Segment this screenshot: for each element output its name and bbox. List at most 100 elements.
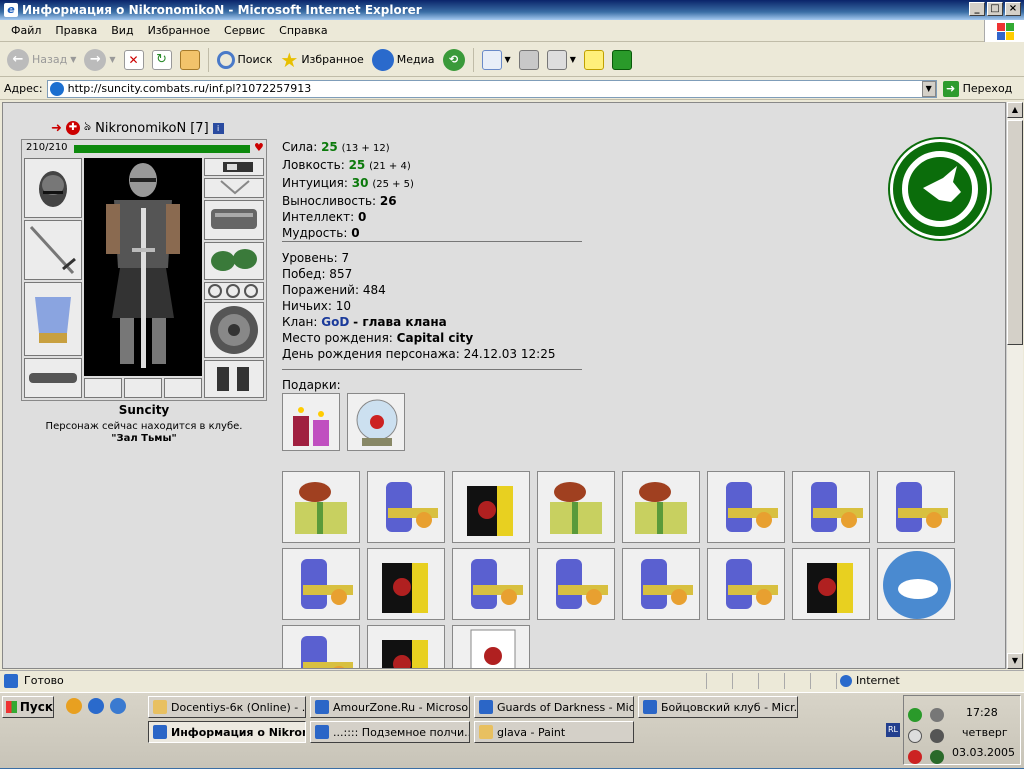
outlook-icon[interactable] — [110, 698, 126, 714]
gift-item[interactable] — [877, 548, 955, 620]
star-icon: ★ — [280, 47, 299, 72]
minimize-button[interactable]: _ — [969, 2, 985, 16]
gift-item[interactable] — [452, 548, 530, 620]
check-icon[interactable] — [908, 708, 922, 722]
address-dropdown-icon[interactable]: ▼ — [921, 80, 936, 97]
helmet-slot[interactable] — [24, 158, 82, 218]
media-player-icon[interactable] — [66, 698, 82, 714]
scroll-up-icon[interactable]: ▲ — [1007, 102, 1023, 118]
menu-view[interactable]: Вид — [104, 24, 140, 37]
history-button[interactable]: ⟲ — [440, 46, 468, 74]
go-arrow-icon: ➜ — [942, 80, 959, 97]
edit-button[interactable]: ▼ — [544, 46, 579, 74]
menu-help[interactable]: Справка — [272, 24, 334, 37]
gift-item[interactable] — [877, 471, 955, 543]
gift-item[interactable] — [537, 471, 615, 543]
gift-item[interactable] — [537, 548, 615, 620]
scroll-thumb[interactable] — [1007, 120, 1023, 345]
forward-button[interactable]: → ▼ — [81, 46, 118, 74]
gift-item[interactable] — [367, 471, 445, 543]
boots-icon — [217, 367, 249, 391]
start-button[interactable]: Пуск — [2, 696, 54, 718]
gift-item[interactable] — [792, 471, 870, 543]
antivirus-icon[interactable] — [908, 750, 922, 764]
bracer-slot[interactable] — [204, 200, 264, 240]
task-paint[interactable]: glava - Paint — [474, 721, 634, 743]
gloves-slot[interactable] — [204, 242, 264, 280]
menu-edit[interactable]: Правка — [48, 24, 104, 37]
menu-tools[interactable]: Сервис — [217, 24, 272, 37]
align-icon: ঌ — [83, 119, 92, 133]
task-guards[interactable]: Guards of Darkness - Mic... — [474, 696, 634, 718]
belt-slot[interactable] — [24, 358, 82, 398]
task-docentiys[interactable]: Docentiys-6к (Online) - ... — [148, 696, 306, 718]
gift-item[interactable] — [452, 625, 530, 668]
city-label: Suncity — [118, 403, 170, 417]
menu-file[interactable]: Файл — [4, 24, 48, 37]
menu-favorites[interactable]: Избранное — [141, 24, 217, 37]
go-button[interactable]: ➜ Переход — [942, 80, 1012, 97]
close-button[interactable]: × — [1005, 2, 1021, 16]
gift-item[interactable] — [282, 471, 360, 543]
gift-item[interactable] — [707, 548, 785, 620]
vertical-scrollbar[interactable]: ▲ ▼ — [1006, 102, 1023, 669]
gift-item[interactable] — [622, 471, 700, 543]
stat-row: Интуиция: 30 (25 + 5) — [282, 176, 414, 190]
scroll-down-icon[interactable]: ▼ — [1007, 653, 1023, 669]
gift-snowglobe[interactable] — [347, 393, 405, 451]
search-button[interactable]: Поиск — [214, 46, 276, 74]
wins-text: Побед: 857 — [282, 267, 353, 281]
gift-item[interactable] — [282, 548, 360, 620]
language-indicator[interactable]: RL — [886, 723, 900, 737]
amulet-slot[interactable] — [204, 178, 264, 198]
gift-item[interactable] — [282, 625, 360, 668]
print-button[interactable] — [516, 46, 542, 74]
weapon-slot[interactable] — [24, 220, 82, 280]
task-underground[interactable]: ...:::: Подземное полчи... — [310, 721, 470, 743]
gift-pot-icon — [811, 482, 863, 532]
clock-date: 03.03.2005 — [952, 746, 1015, 759]
earring-slot[interactable] — [204, 158, 264, 176]
task-amourzone[interactable]: AmourZone.Ru - Microso... — [310, 696, 470, 718]
rings-slot[interactable] — [204, 282, 264, 300]
stop-button[interactable]: ✕ — [121, 46, 147, 74]
clan-link[interactable]: GoD — [321, 315, 349, 329]
shield-slot[interactable] — [204, 302, 264, 358]
note-button[interactable] — [581, 46, 607, 74]
gift-item[interactable] — [367, 548, 445, 620]
task-fightclub[interactable]: Бойцовский клуб - Micr... — [638, 696, 798, 718]
back-button[interactable]: ← Назад ▼ — [4, 46, 79, 74]
speaker-icon[interactable] — [929, 708, 944, 722]
favorites-button[interactable]: ★ Избранное — [277, 46, 366, 74]
refresh-button[interactable]: ↻ — [149, 46, 175, 74]
empty-slot[interactable] — [164, 378, 202, 398]
clock-icon[interactable] — [908, 729, 922, 743]
bug-icon[interactable] — [929, 750, 944, 764]
media-button[interactable]: Медиа — [369, 46, 438, 74]
note-icon — [583, 49, 604, 70]
gift-bag-icon — [382, 563, 428, 613]
armor-slot[interactable] — [24, 282, 82, 356]
clan-row: Клан: GoD - глава клана — [282, 315, 447, 329]
gift-item[interactable] — [452, 471, 530, 543]
mail-button[interactable]: ▼ — [479, 46, 514, 74]
boots-slot[interactable] — [204, 360, 264, 398]
maximize-button[interactable]: □ — [987, 2, 1003, 16]
network-icon[interactable] — [929, 729, 944, 743]
empty-slot[interactable] — [84, 378, 122, 398]
gift-item[interactable] — [707, 471, 785, 543]
gift-item[interactable] — [622, 548, 700, 620]
gift-item[interactable] — [792, 548, 870, 620]
empty-slot[interactable] — [124, 378, 162, 398]
address-input[interactable]: http://suncity.combats.ru/inf.pl?1072257… — [46, 79, 937, 98]
home-button[interactable] — [177, 46, 203, 74]
gift-item[interactable] — [367, 625, 445, 668]
info-icon[interactable]: i — [212, 122, 224, 134]
ie-quick-icon[interactable] — [88, 698, 104, 714]
toolbar: ← Назад ▼ → ▼ ✕ ↻ Поиск ★ Избранное Меди… — [0, 43, 1024, 77]
goat-icon — [902, 151, 978, 227]
gift-pot-icon — [726, 559, 778, 609]
icq-button[interactable] — [609, 46, 635, 74]
task-info-active[interactable]: Информация о Nikron... — [148, 721, 306, 743]
gift-candles[interactable] — [282, 393, 340, 451]
